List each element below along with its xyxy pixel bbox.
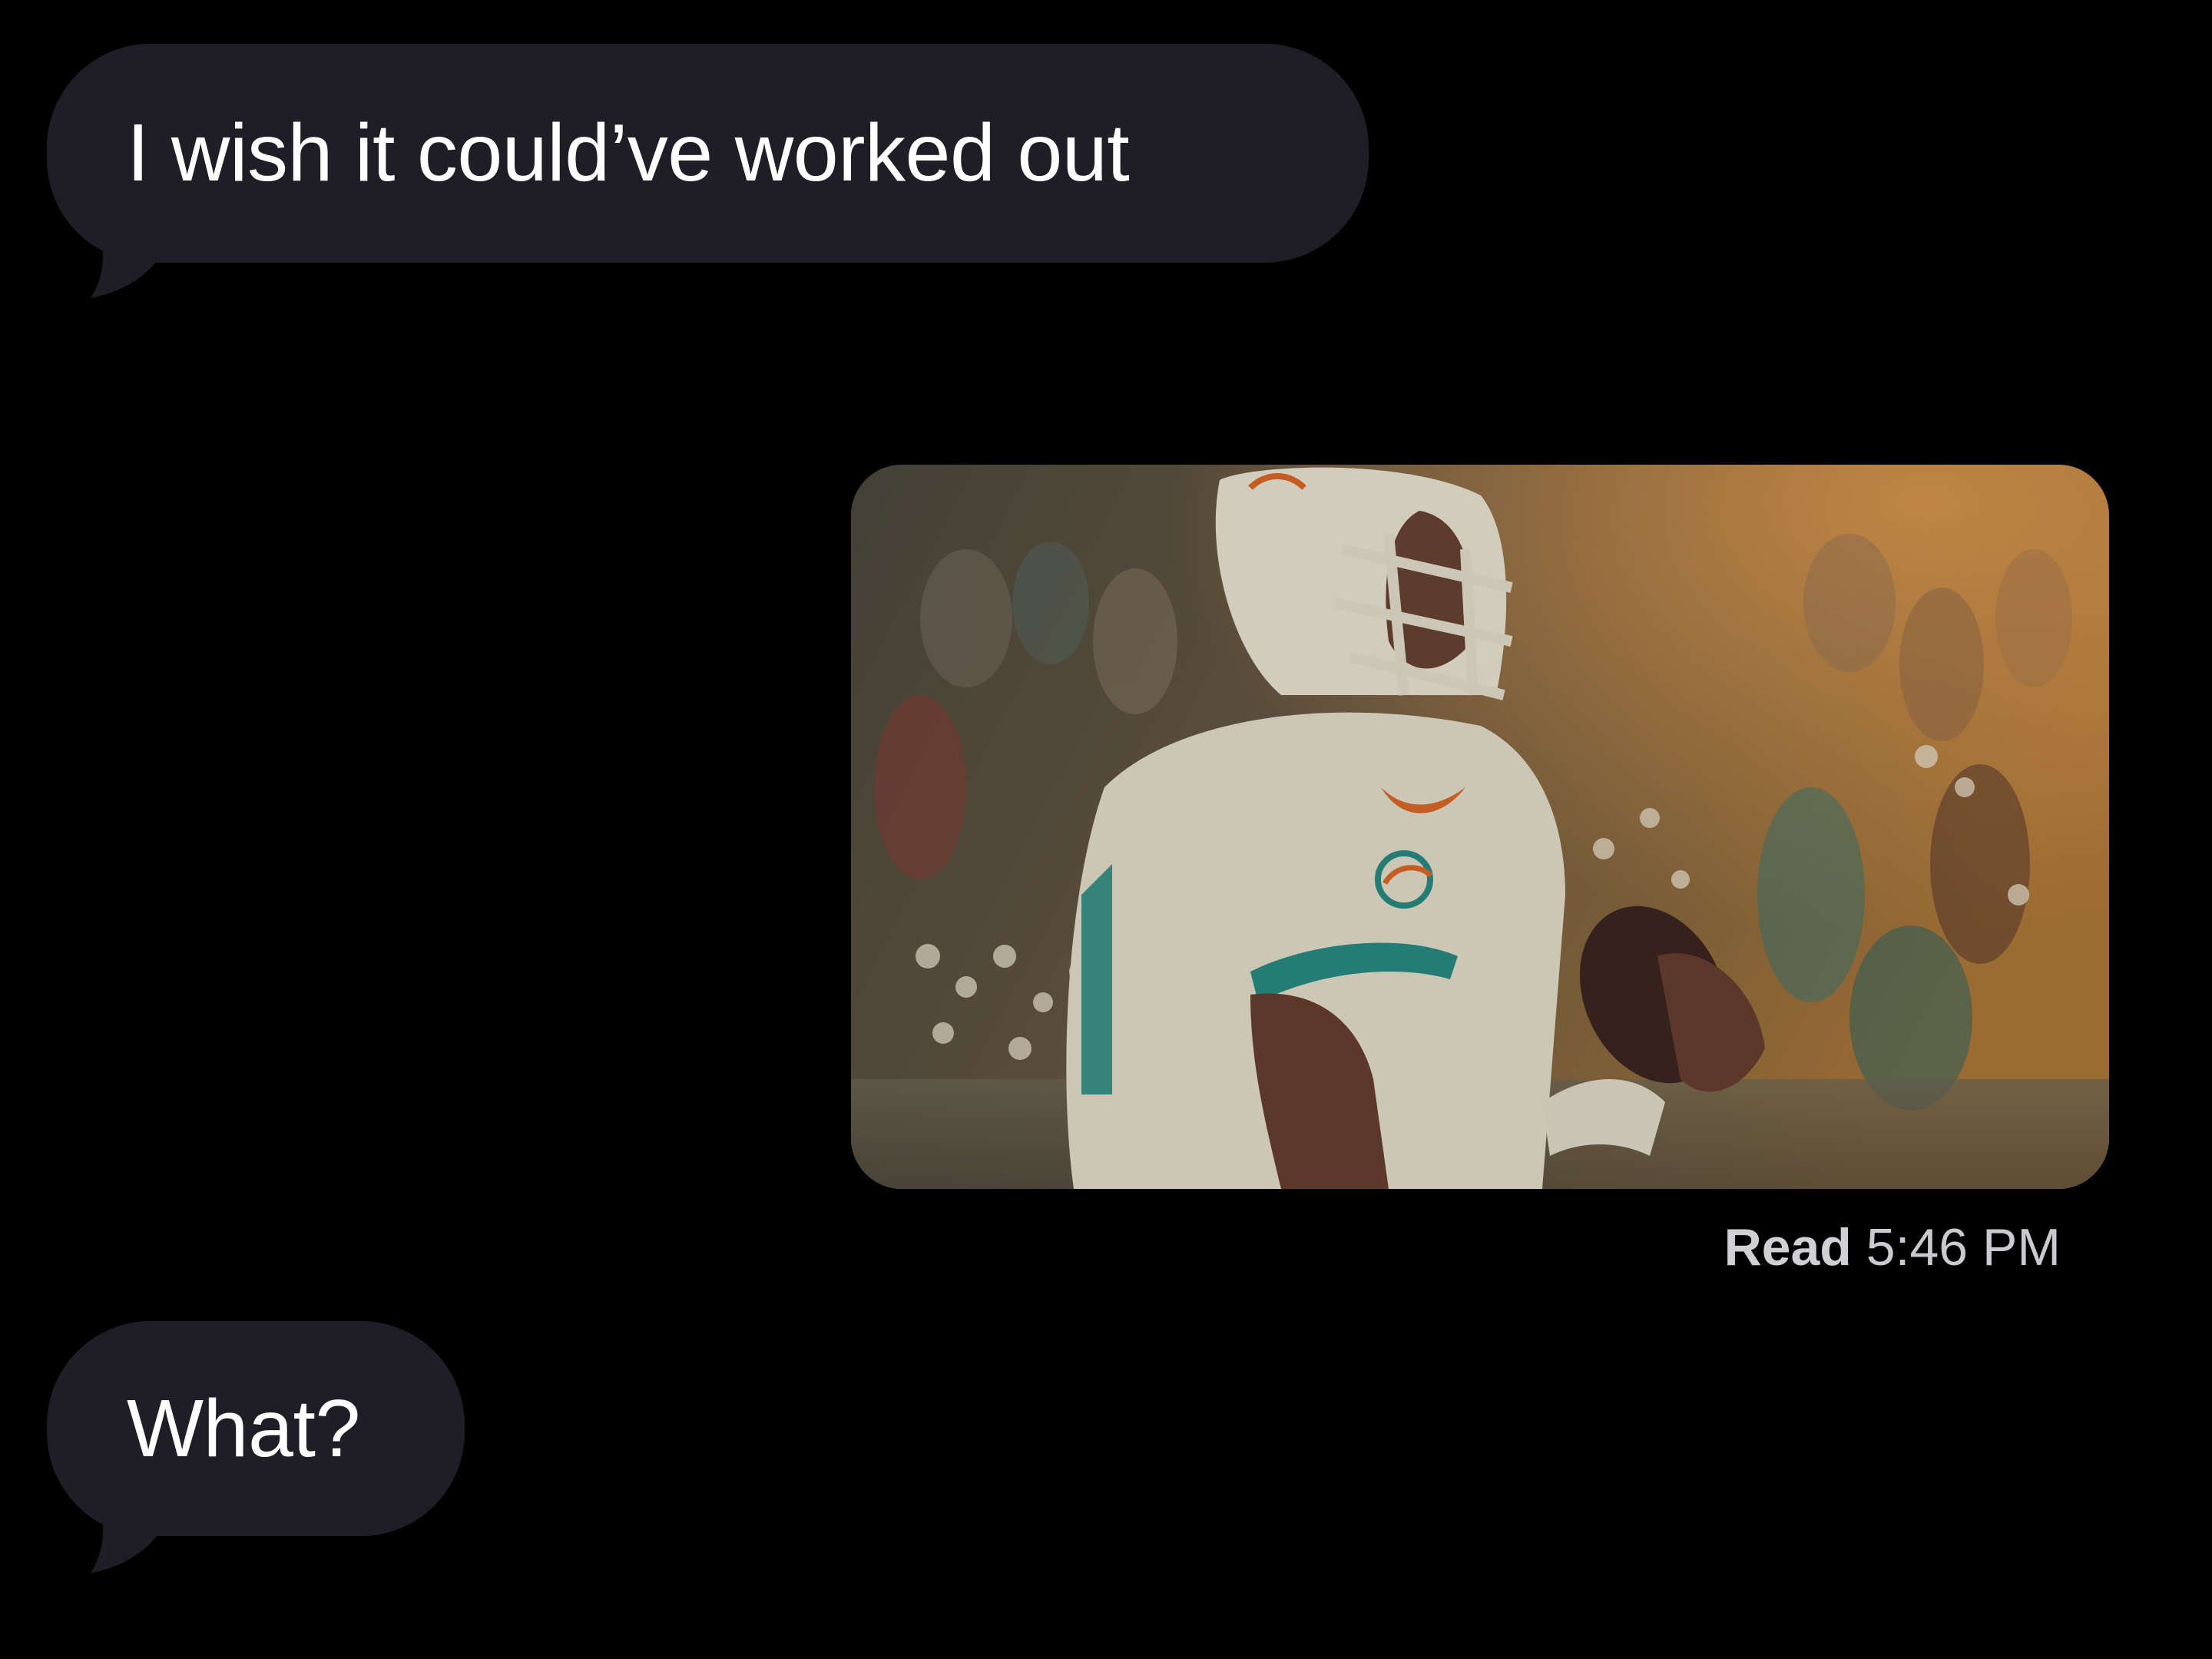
read-status: Read (1724, 1218, 1852, 1277)
message-text: I wish it could’ve worked out (127, 108, 1130, 198)
incoming-message-bubble[interactable]: I wish it could’ve worked out (47, 44, 1369, 263)
message-text: What? (127, 1382, 360, 1474)
bubble-tail (91, 1505, 167, 1573)
read-receipt: Read 5:46 PM (1724, 1217, 2061, 1277)
bubble-tail (91, 230, 167, 298)
photo-message[interactable] (851, 465, 2109, 1189)
incoming-message-bubble[interactable]: What? (47, 1321, 465, 1536)
read-time: 5:46 PM (1866, 1218, 2061, 1277)
football-player-photo (851, 465, 2109, 1189)
